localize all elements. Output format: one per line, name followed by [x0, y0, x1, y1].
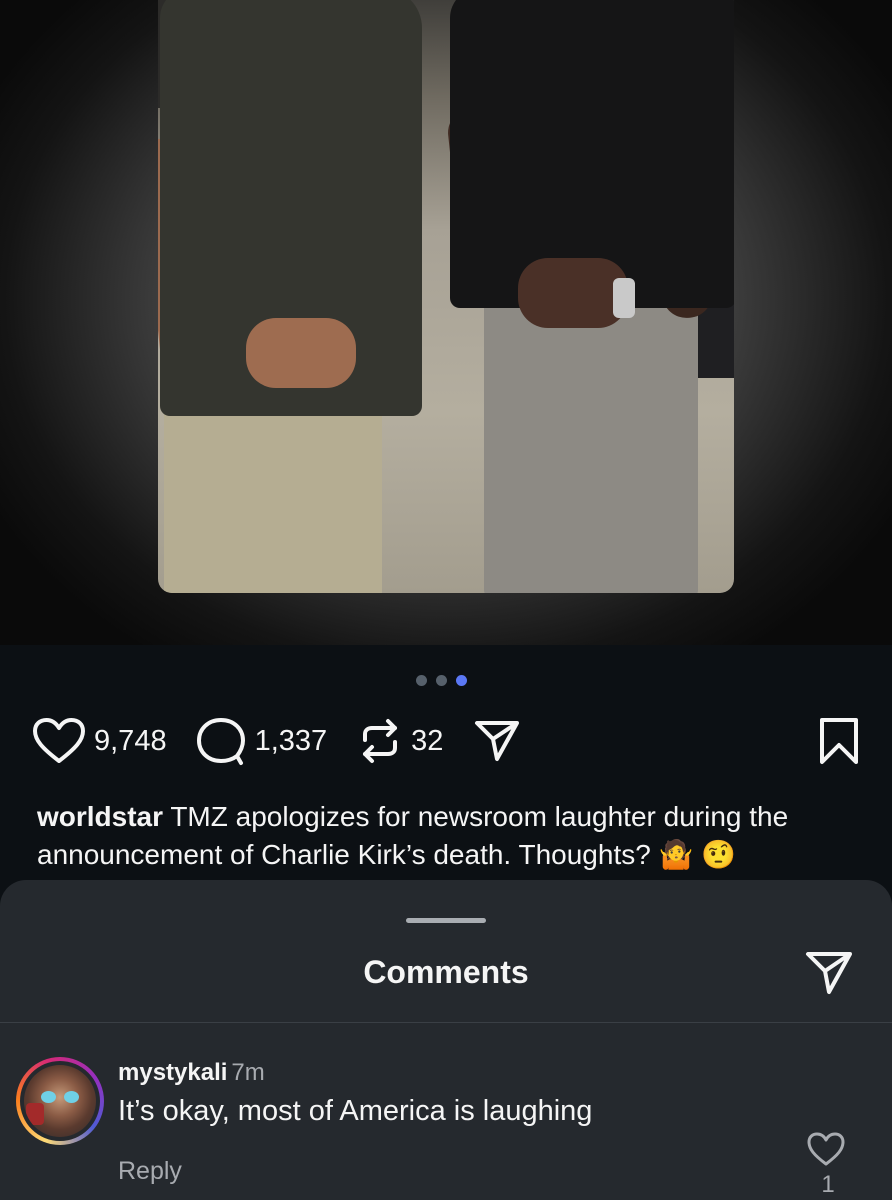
- comment-username-text[interactable]: mystykali: [118, 1059, 227, 1086]
- like-count: 9,748: [94, 724, 167, 757]
- comment-like-count: 1: [821, 1171, 835, 1198]
- comment-like-button[interactable]: [806, 1131, 846, 1172]
- comments-sheet: Comments mystykali 7m It’s okay, most of …: [0, 880, 892, 1200]
- save-button[interactable]: [818, 715, 860, 767]
- comment-icon: [196, 718, 245, 765]
- reply-button[interactable]: Reply: [118, 1157, 182, 1186]
- comment-item: mystykali 7m It’s okay, most of America i…: [0, 1023, 892, 1200]
- sheet-title: Comments: [363, 954, 529, 990]
- repost-button[interactable]: 32: [357, 715, 443, 767]
- post-photo: [158, 0, 734, 593]
- comment-button[interactable]: 1,337: [195, 715, 328, 767]
- post-actions: 9,748 1,337 32: [32, 715, 860, 767]
- send-icon: [806, 952, 852, 994]
- share-button[interactable]: [473, 715, 521, 767]
- comment-count: 1,337: [254, 724, 328, 757]
- caption-username[interactable]: worldstar: [37, 801, 163, 832]
- heart-icon: [807, 1132, 845, 1166]
- share-icon: [475, 721, 520, 761]
- carousel-dot: [416, 675, 427, 686]
- carousel-indicator: [416, 675, 467, 686]
- comment-time: 7m: [231, 1059, 265, 1086]
- heart-icon: [33, 718, 85, 763]
- comment-username[interactable]: mystykali 7m: [118, 1059, 265, 1087]
- repost-count: 32: [411, 724, 444, 757]
- repost-icon: [363, 719, 398, 763]
- carousel-dot-active: [456, 675, 467, 686]
- drag-handle[interactable]: [406, 918, 486, 923]
- carousel-dot: [436, 675, 447, 686]
- post-media[interactable]: [0, 0, 892, 645]
- post-caption: worldstar TMZ apologizes for newsroom la…: [37, 798, 867, 874]
- bookmark-icon: [820, 718, 858, 764]
- like-button[interactable]: 9,748: [32, 715, 167, 767]
- sheet-share-button[interactable]: [804, 948, 854, 1003]
- avatar[interactable]: [16, 1057, 104, 1145]
- comment-text: It’s okay, most of America is laughing: [118, 1095, 593, 1127]
